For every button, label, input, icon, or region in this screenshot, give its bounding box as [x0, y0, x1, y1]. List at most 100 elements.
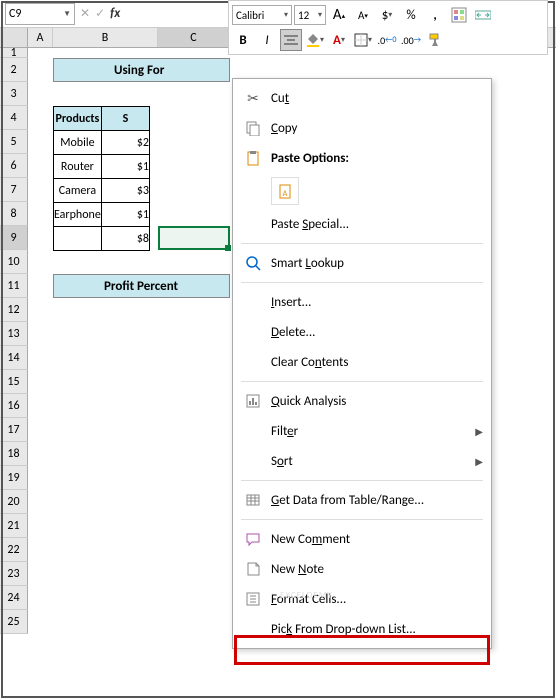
- confirm-fx-icon[interactable]: ✓: [95, 6, 105, 21]
- decrease-decimal-button[interactable]: .00→: [400, 29, 422, 51]
- menu-quick-analysis[interactable]: Quick AnalysisQuick Analysis: [233, 386, 491, 416]
- row-header-6[interactable]: 6: [0, 154, 28, 178]
- row-header-5[interactable]: 5: [0, 130, 28, 154]
- table-row: Router $1: [54, 155, 150, 179]
- row-header-23[interactable]: 23: [0, 562, 28, 586]
- menu-sort[interactable]: SortSort ▶: [233, 446, 491, 476]
- table-row: $8: [54, 227, 150, 251]
- row-header-10[interactable]: 10: [0, 250, 28, 274]
- menu-smart-lookup[interactable]: Smart LookupSmart Lookup: [233, 248, 491, 278]
- row-header-14[interactable]: 14: [0, 346, 28, 370]
- cancel-fx-icon[interactable]: ✕: [80, 6, 90, 21]
- currency-button[interactable]: $▾: [376, 4, 398, 26]
- increase-decimal-button[interactable]: .0←0: [376, 29, 398, 51]
- quick-analysis-icon: [241, 391, 265, 411]
- menu-paste-special[interactable]: Paste Special...Paste Special...: [233, 209, 491, 239]
- row-headers: 1 2 3 4 5 6 7 8 9 10 11 12 13 14 15 16 1…: [0, 48, 28, 634]
- row-header-21[interactable]: 21: [0, 514, 28, 538]
- menu-separator: [241, 282, 483, 283]
- percent-button[interactable]: %: [400, 4, 422, 26]
- col-header-b[interactable]: B: [53, 28, 158, 47]
- row-header-7[interactable]: 7: [0, 178, 28, 202]
- cell-empty[interactable]: [54, 227, 102, 251]
- format-cells-icon: [241, 589, 265, 609]
- row-header-18[interactable]: 18: [0, 442, 28, 466]
- cell-sale[interactable]: $2: [101, 131, 149, 155]
- chevron-right-icon: ▶: [475, 455, 483, 468]
- menu-insert[interactable]: Insert...Insert...: [233, 287, 491, 317]
- row-header-2[interactable]: 2: [0, 58, 28, 82]
- cell-product[interactable]: Mobile: [54, 131, 102, 155]
- menu-clear-contents[interactable]: Clear ContentsClear Contents: [233, 347, 491, 377]
- mini-toolbar: Calibri▾ 12▾ A▴ A▾ $▾ % , B I ▾ A▾ ▾ .0←…: [228, 0, 548, 55]
- merge-button[interactable]: [472, 4, 494, 26]
- row-header-1[interactable]: 1: [0, 48, 28, 58]
- menu-separator: [241, 480, 483, 481]
- format-painter-button[interactable]: [424, 29, 446, 51]
- decrease-font-button[interactable]: A▾: [352, 4, 374, 26]
- name-box-value: C9: [9, 7, 63, 21]
- select-all-corner[interactable]: [0, 28, 28, 47]
- row-header-11[interactable]: 11: [0, 274, 28, 298]
- data-table: Products S Mobile $2 Router $1 Camera $3…: [53, 106, 150, 251]
- name-box[interactable]: C9 ▼: [5, 3, 75, 25]
- comma-button[interactable]: ,: [424, 4, 446, 26]
- menu-copy[interactable]: CopyCopy: [233, 113, 491, 143]
- header-products[interactable]: Products: [54, 107, 102, 131]
- menu-separator: [241, 381, 483, 382]
- cell-total[interactable]: $8: [101, 227, 149, 251]
- row-header-15[interactable]: 15: [0, 370, 28, 394]
- chevron-down-icon[interactable]: ▼: [63, 9, 71, 19]
- increase-font-button[interactable]: A▴: [328, 4, 350, 26]
- cond-format-button[interactable]: [448, 4, 470, 26]
- fx-icon[interactable]: fx: [110, 6, 120, 21]
- menu-get-data[interactable]: Get Data from Table/Range...Get Data fro…: [233, 485, 491, 515]
- cell-sale[interactable]: $1: [101, 203, 149, 227]
- row-header-17[interactable]: 17: [0, 418, 28, 442]
- row-header-8[interactable]: 8: [0, 202, 28, 226]
- menu-delete[interactable]: Delete...Delete...: [233, 317, 491, 347]
- row-header-20[interactable]: 20: [0, 490, 28, 514]
- cell-product[interactable]: Router: [54, 155, 102, 179]
- menu-new-comment[interactable]: New CommentNew Comment: [233, 524, 491, 554]
- row-header-16[interactable]: 16: [0, 394, 28, 418]
- menu-cut[interactable]: ✂ CutCut: [233, 83, 491, 113]
- menu-pick-list[interactable]: Pick From Drop-down List...Pick From Dro…: [233, 614, 491, 644]
- row-header-22[interactable]: 22: [0, 538, 28, 562]
- menu-separator: [241, 519, 483, 520]
- cell-product[interactable]: Earphone: [54, 203, 102, 227]
- fill-color-button[interactable]: ▾: [304, 29, 326, 51]
- menu-new-note[interactable]: New NoteNew Note: [233, 554, 491, 584]
- borders-button[interactable]: ▾: [352, 29, 374, 51]
- row-header-9[interactable]: 9: [0, 226, 28, 250]
- col-header-a[interactable]: A: [28, 28, 53, 47]
- row-header-3[interactable]: 3: [0, 82, 28, 106]
- row-header-4[interactable]: 4: [0, 106, 28, 130]
- cut-icon: ✂: [241, 88, 265, 108]
- sheet-title[interactable]: Using For: [53, 58, 230, 82]
- cell-sale[interactable]: $1: [101, 155, 149, 179]
- col-header-c[interactable]: C: [158, 28, 230, 47]
- align-center-button[interactable]: [280, 29, 302, 51]
- row-header-19[interactable]: 19: [0, 466, 28, 490]
- cell-product[interactable]: Camera: [54, 179, 102, 203]
- paste-keep-formatting-button[interactable]: A: [271, 177, 299, 205]
- font-size-select[interactable]: 12▾: [294, 5, 326, 25]
- menu-filter[interactable]: FilterFilter ▶: [233, 416, 491, 446]
- bold-button[interactable]: B: [232, 29, 254, 51]
- row-header-24[interactable]: 24: [0, 586, 28, 610]
- profit-label[interactable]: Profit Percent: [53, 274, 230, 298]
- table-row: Mobile $2: [54, 131, 150, 155]
- menu-format-cells[interactable]: Format Cells...Format Cells...: [233, 584, 491, 614]
- table-icon: [241, 490, 265, 510]
- row-header-13[interactable]: 13: [0, 322, 28, 346]
- font-name-select[interactable]: Calibri▾: [232, 5, 292, 25]
- header-sales[interactable]: S: [101, 107, 149, 131]
- watermark: EXCELDEMY: [280, 590, 333, 601]
- italic-button[interactable]: I: [256, 29, 278, 51]
- cell-sale[interactable]: $3: [101, 179, 149, 203]
- paste-icon: [241, 148, 265, 168]
- row-header-25[interactable]: 25: [0, 610, 28, 634]
- font-color-button[interactable]: A▾: [328, 29, 350, 51]
- row-header-12[interactable]: 12: [0, 298, 28, 322]
